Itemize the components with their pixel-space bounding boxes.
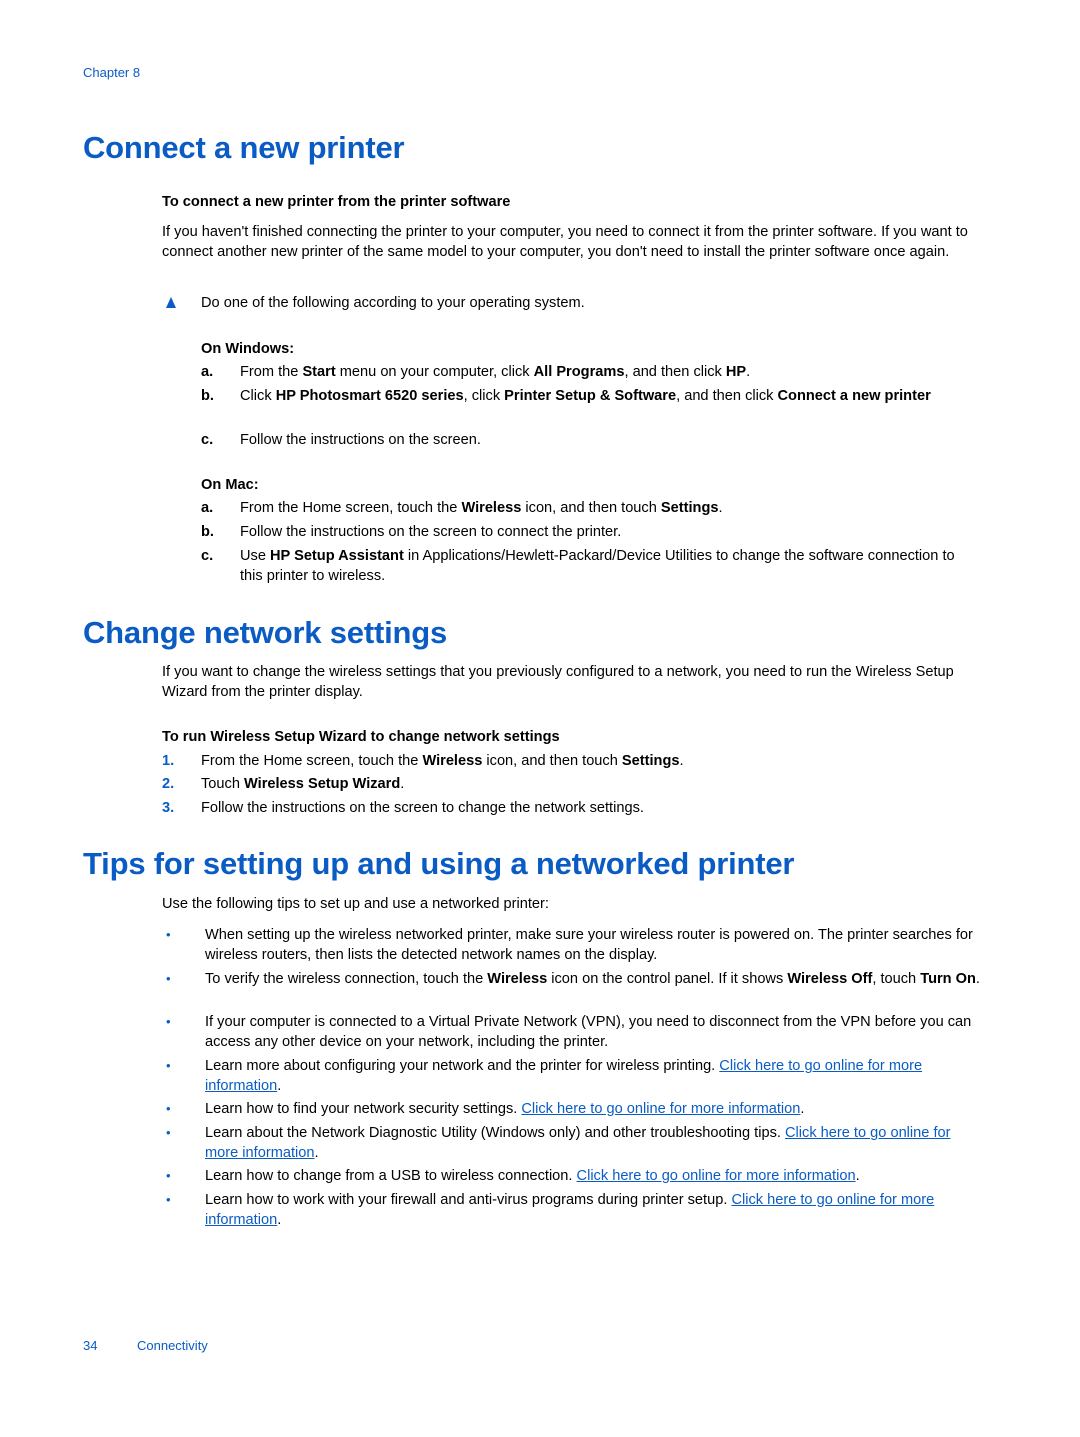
intro-paragraph: If you want to change the wireless setti… [162, 664, 954, 700]
procedure-step: Do one of the following according to you… [162, 293, 982, 314]
list-item: c. Use HP Setup Assistant in Application… [201, 546, 981, 586]
os-label-windows: On Windows: [201, 339, 981, 359]
os-label-text: On Windows: [201, 341, 295, 357]
tip-text: Learn more about configuring your networ… [205, 1058, 923, 1094]
list-marker: c. [201, 432, 214, 448]
list-item-text: From the Start menu on your computer, cl… [240, 364, 751, 380]
step-text: Do one of the following according to you… [201, 295, 585, 311]
tip-item: • Learn how to find your network securit… [162, 1099, 982, 1119]
list-item-text: Follow the instructions on the screen. [240, 432, 481, 448]
intro-paragraph: Use the following tips to set up and use… [162, 896, 549, 912]
bullet-icon: • [166, 1168, 171, 1183]
tip-item: • Learn about the Network Diagnostic Uti… [162, 1123, 982, 1163]
chapter-label: Chapter 8 [83, 65, 141, 80]
numbered-step: 3. Follow the instructions on the screen… [162, 798, 982, 818]
procedure-heading: To run Wireless Setup Wizard to change n… [162, 729, 560, 745]
tip-item: • Learn more about configuring your netw… [162, 1056, 982, 1096]
step-text: From the Home screen, touch the Wireless… [201, 753, 684, 769]
os-label-mac: On Mac: [201, 475, 981, 495]
list-marker: c. [201, 548, 214, 564]
tip-item: • Learn how to change from a USB to wire… [162, 1166, 982, 1186]
page-number: 34 [83, 1338, 98, 1353]
list-item-text: Use HP Setup Assistant in Applications/H… [240, 548, 955, 584]
intro-paragraph: If you haven't finished connecting the p… [162, 224, 968, 260]
bullet-icon: • [166, 971, 171, 986]
list-item: a. From the Home screen, touch the Wirel… [201, 498, 981, 518]
list-item: c. Follow the instructions on the screen… [201, 430, 981, 450]
bullet-icon: • [166, 1014, 171, 1029]
list-item-text: Follow the instructions on the screen to… [240, 524, 622, 540]
tip-text: If your computer is connected to a Virtu… [205, 1014, 972, 1050]
bullet-icon: • [166, 927, 171, 942]
section-title-connect-printer: Connect a new printer [83, 130, 405, 165]
section-title-tips: Tips for setting up and using a networke… [83, 846, 795, 881]
os-label-text: On Mac: [201, 477, 259, 493]
numbered-step: 1. From the Home screen, touch the Wirel… [162, 751, 982, 771]
tip-text: Learn how to work with your firewall and… [205, 1192, 935, 1228]
list-marker: b. [201, 388, 214, 404]
tip-text: Learn how to find your network security … [205, 1101, 805, 1117]
step-number: 3. [162, 800, 175, 816]
step-text: Touch Wireless Setup Wizard. [201, 776, 405, 792]
bullet-icon: • [166, 1192, 171, 1207]
bullet-icon: • [166, 1101, 171, 1116]
list-item: b. Click HP Photosmart 6520 series, clic… [201, 386, 981, 406]
list-marker: b. [201, 524, 214, 540]
tip-item: • Learn how to work with your firewall a… [162, 1190, 982, 1230]
tip-text: To verify the wireless connection, touch… [205, 971, 980, 987]
step-number: 1. [162, 753, 175, 769]
step-number: 2. [162, 776, 175, 792]
bullet-icon: • [166, 1058, 171, 1073]
tip-text: When setting up the wireless networked p… [205, 927, 973, 963]
online-info-link[interactable]: Click here to go online for more informa… [577, 1168, 856, 1184]
section-title-change-network: Change network settings [83, 615, 448, 650]
list-marker: a. [201, 500, 214, 516]
tip-text: Learn how to change from a USB to wirele… [205, 1168, 860, 1184]
tip-text: Learn about the Network Diagnostic Utili… [205, 1125, 951, 1161]
triangle-step-icon [166, 297, 176, 308]
list-item-text: From the Home screen, touch the Wireless… [240, 500, 723, 516]
tip-item: • To verify the wireless connection, tou… [162, 969, 982, 989]
procedure-heading: To connect a new printer from the printe… [162, 194, 511, 210]
numbered-step: 2. Touch Wireless Setup Wizard. [162, 774, 982, 794]
list-item-text: Click HP Photosmart 6520 series, click P… [240, 388, 931, 404]
list-marker: a. [201, 364, 214, 380]
list-item: b. Follow the instructions on the screen… [201, 522, 981, 542]
tip-item: • When setting up the wireless networked… [162, 925, 982, 965]
list-item: a. From the Start menu on your computer,… [201, 362, 981, 382]
tip-item: • If your computer is connected to a Vir… [162, 1012, 982, 1052]
footer-section-name: Connectivity [137, 1338, 208, 1353]
step-text: Follow the instructions on the screen to… [201, 800, 644, 816]
bullet-icon: • [166, 1125, 171, 1140]
online-info-link[interactable]: Click here to go online for more informa… [521, 1101, 800, 1117]
